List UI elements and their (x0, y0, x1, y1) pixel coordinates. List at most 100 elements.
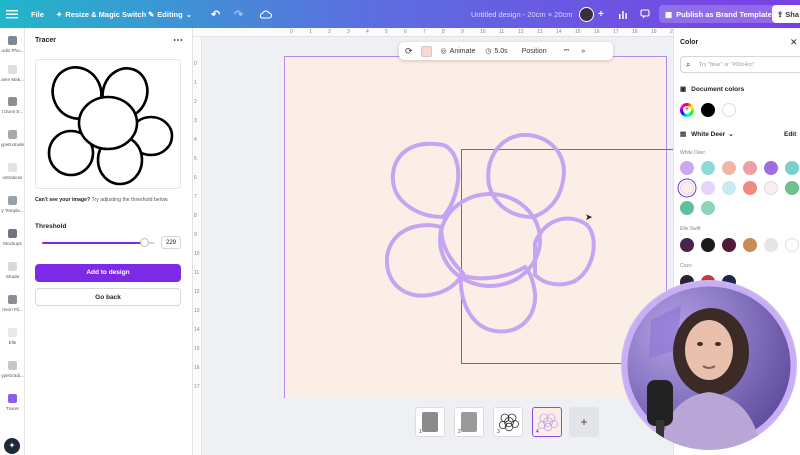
color-swatch[interactable] (680, 238, 694, 252)
ruler-tick-label: 5 (385, 29, 388, 35)
color-swatch[interactable] (701, 238, 715, 252)
design-page[interactable] (284, 56, 673, 401)
rail-item-dunn-effects[interactable]: t Dunn E... (0, 97, 25, 114)
color-swatch[interactable] (785, 238, 799, 252)
rail-item-templates[interactable]: y Templa... (0, 196, 25, 213)
search-icon: ⌕ (686, 60, 691, 69)
magic-assistant-icon[interactable]: ✦ (4, 438, 20, 454)
traced-flower-preview (47, 66, 174, 186)
color-swatch[interactable] (743, 238, 757, 252)
insights-icon[interactable] (618, 0, 628, 28)
ruler-tick-label: 10 (194, 251, 200, 257)
color-swatch[interactable] (764, 181, 778, 195)
position-button[interactable]: Position (522, 48, 547, 55)
ruler-tick-label: 17 (194, 384, 200, 390)
color-panel-title: Color (680, 39, 699, 46)
go-back-button[interactable]: Go back (35, 288, 181, 306)
brand-kit-selector[interactable]: ▤ White Deer ⌄ (680, 130, 734, 139)
ruler-tick-label: 17 (613, 29, 619, 35)
color-search-field[interactable]: ⌕ Try "blue" or "#00c4cc" (680, 56, 800, 73)
color-swatch[interactable] (701, 201, 715, 215)
color-swatch[interactable] (701, 181, 715, 195)
add-color-button[interactable]: + (680, 103, 694, 117)
app-icon (8, 130, 17, 139)
color-swatch[interactable] (764, 161, 778, 175)
duration-button[interactable]: 5.0s (494, 48, 507, 55)
editing-mode-button[interactable]: ✎ Editing ⌄ (148, 0, 192, 28)
threshold-value-input[interactable]: 229 (161, 236, 181, 249)
comment-icon[interactable] (640, 0, 650, 28)
resize-magic-switch-button[interactable]: ✦ Resize & Magic Switch (56, 0, 146, 28)
rail-item-tracer[interactable]: Tracer (0, 394, 25, 411)
undo-icon[interactable]: ↶ (211, 0, 220, 28)
page-thumbnail[interactable]: 3 (493, 407, 523, 437)
publish-brand-template-button[interactable]: ▦ Publish as Brand Template (659, 5, 778, 23)
rail-item-illustrations[interactable]: ustrations (0, 163, 25, 180)
ruler-tick-label: 11 (194, 270, 200, 276)
paint-roller-icon[interactable]: ⎓ (564, 47, 570, 55)
ruler-tick-label: 6 (194, 175, 197, 181)
color-swatch[interactable] (722, 161, 736, 175)
app-icon (8, 262, 17, 271)
rail-item-typeextrude[interactable]: ypeExtrude (0, 130, 25, 147)
color-swatch[interactable] (764, 238, 778, 252)
design-title[interactable]: Untitled design - 20cm × 20cm (471, 0, 573, 28)
color-swatch-button[interactable] (420, 45, 432, 57)
color-swatch[interactable] (680, 181, 694, 195)
more-options-icon[interactable]: ⋯ (173, 35, 183, 46)
ruler-tick-label: 0 (194, 61, 197, 67)
page-thumbnail[interactable]: 1 (415, 407, 445, 437)
color-swatch[interactable] (701, 161, 715, 175)
color-swatch[interactable] (743, 161, 757, 175)
traced-flower-graphic[interactable] (385, 133, 597, 343)
rail-item-elle[interactable]: Elle (0, 328, 25, 345)
add-page-button[interactable]: + (569, 407, 599, 437)
share-button[interactable]: ⇪ Sha (772, 5, 800, 23)
color-swatch[interactable] (701, 103, 715, 117)
ruler-tick-label: 10 (480, 29, 486, 35)
add-to-design-button[interactable]: Add to design (35, 264, 181, 282)
rail-item-typegradient[interactable]: ypeGradi... (0, 361, 25, 378)
document-colors-heading: ▣ Document colors (680, 85, 745, 94)
color-swatch[interactable] (722, 238, 736, 252)
color-swatch[interactable] (722, 103, 736, 117)
ruler-tick-label: 8 (442, 29, 445, 35)
edit-brand-kit-link[interactable]: Edit (784, 131, 796, 138)
ruler-tick-label: 12 (194, 289, 200, 295)
redo-icon[interactable]: ↷ (234, 0, 243, 28)
refresh-icon[interactable]: ⟳ (405, 46, 413, 57)
page-thumbnail[interactable]: 2 (454, 407, 484, 437)
palette-name: Cozo (680, 263, 692, 269)
thumbnail-flower (499, 413, 519, 432)
rail-item-mockups[interactable]: Mockups (0, 229, 25, 246)
add-collaborator-icon[interactable]: + (598, 0, 604, 28)
color-swatch[interactable] (722, 181, 736, 195)
cloud-save-icon[interactable] (259, 0, 272, 28)
rail-item-cartoon-pil[interactable]: rtoon Pil... (0, 295, 25, 312)
threshold-slider[interactable] (42, 238, 155, 247)
menu-icon[interactable] (6, 0, 18, 28)
color-swatch[interactable] (680, 201, 694, 215)
color-swatch[interactable] (785, 181, 799, 195)
color-swatch[interactable] (680, 161, 694, 175)
animate-button[interactable]: Animate (450, 48, 476, 55)
page-thumbnail-active[interactable]: 4 (532, 407, 562, 437)
rail-item-frame-maker[interactable]: ame Mak... (0, 65, 25, 82)
close-icon[interactable]: ✕ (790, 37, 798, 48)
color-swatch[interactable] (743, 181, 757, 195)
page-thumbnails: 1 2 3 4 + (202, 398, 673, 446)
threshold-label: Threshold (35, 223, 67, 230)
more-icon[interactable]: » (581, 48, 585, 55)
rail-item-studio-photo[interactable]: udio Pho... (0, 36, 25, 53)
file-menu[interactable]: File (31, 0, 44, 28)
color-swatch[interactable] (785, 161, 799, 175)
rail-item-shade[interactable]: Shade (0, 262, 25, 279)
ruler-tick-label: 18 (632, 29, 638, 35)
threshold-slider-handle[interactable] (139, 238, 149, 247)
thumbnail-flower (538, 413, 558, 432)
ruler-tick-label: 19 (651, 29, 657, 35)
avatar[interactable] (579, 0, 594, 28)
ruler-tick-label: 3 (347, 29, 350, 35)
ruler-tick-label: 4 (194, 137, 197, 143)
grid-icon: ▦ (665, 9, 673, 19)
